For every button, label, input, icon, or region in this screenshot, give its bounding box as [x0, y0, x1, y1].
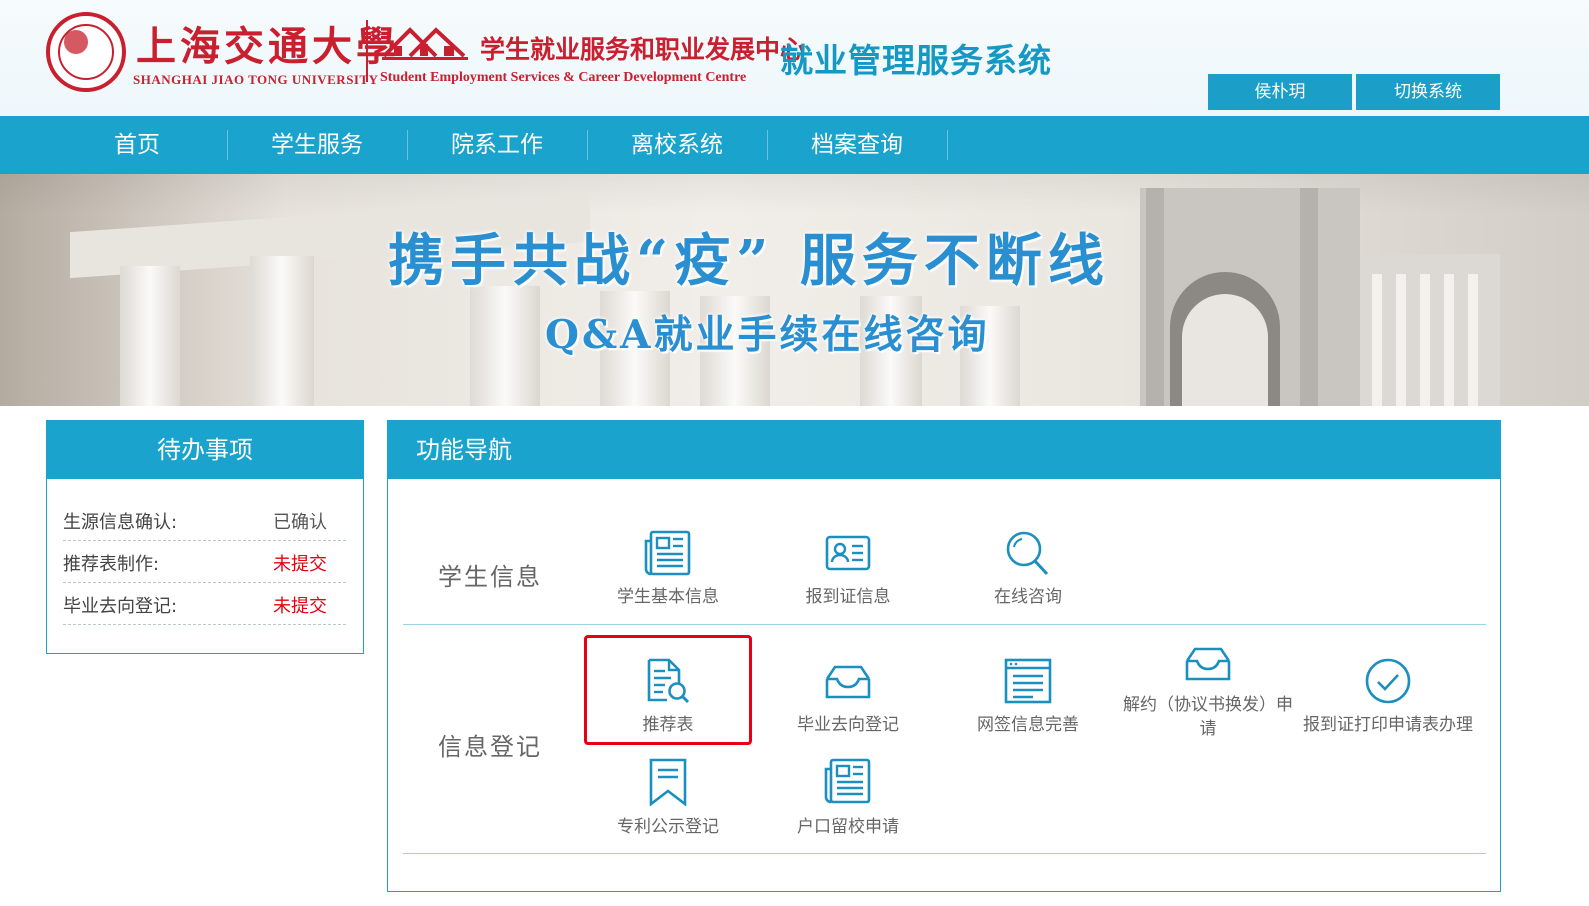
- func-label: 学生基本信息: [617, 587, 719, 607]
- todo-label: 毕业去向登记:: [63, 596, 178, 617]
- func-contract-termination-application[interactable]: 解约（协议书换发）申请: [1118, 645, 1298, 741]
- function-nav-panel: 功能导航 学生信息 学生基本信息 报到证信息 在线咨询 信息登记 推荐表 毕业去…: [387, 420, 1501, 892]
- func-label: 网签信息完善: [977, 715, 1079, 735]
- nav-student-services[interactable]: 学生服务: [227, 116, 407, 174]
- user-name-button[interactable]: 侯朴玥: [1208, 74, 1352, 110]
- system-title: 就业管理服务系统: [780, 41, 1052, 80]
- section-title-student-info: 学生信息: [438, 563, 542, 591]
- func-label: 户口留校申请: [797, 817, 899, 837]
- func-online-signing-info[interactable]: 网签信息完善: [938, 657, 1118, 737]
- career-centre-name-cn: 学生就业服务和职业发展中心: [480, 35, 806, 64]
- func-online-consulting[interactable]: 在线咨询: [938, 529, 1118, 609]
- switch-system-button[interactable]: 切换系统: [1356, 74, 1500, 110]
- nav-home[interactable]: 首页: [47, 116, 227, 174]
- nav-leaving-system[interactable]: 离校系统: [587, 116, 767, 174]
- university-name-cn: 上海交通大學: [136, 23, 400, 70]
- todo-row: 推荐表制作: 未提交: [63, 541, 346, 583]
- campus-banner: 携手共战“疫” 服务不断线 Q&A就业手续在线咨询: [0, 174, 1589, 406]
- func-hukou-retention-application[interactable]: 户口留校申请: [758, 757, 938, 839]
- func-label: 专利公示登记: [617, 817, 719, 837]
- todo-status: 已确认: [273, 512, 327, 533]
- nav-department-work[interactable]: 院系工作: [407, 116, 587, 174]
- bookmark-icon: [649, 758, 687, 807]
- func-label: 在线咨询: [994, 587, 1062, 607]
- recommendation-form-highlight-box: [584, 635, 752, 745]
- todo-status[interactable]: 未提交: [273, 550, 327, 576]
- check-circle-icon: [1365, 658, 1411, 704]
- site-header: 上海交通大學 SHANGHAI JIAO TONG UNIVERSITY 学生就…: [0, 0, 1589, 116]
- func-label: 报到证信息: [805, 587, 891, 607]
- todo-label: 生源信息确认:: [63, 512, 178, 533]
- id-card-icon: [825, 535, 871, 571]
- newspaper-icon: [644, 530, 691, 576]
- todo-panel: 待办事项 生源信息确认: 已确认 推荐表制作: 未提交 毕业去向登记: 未提交: [46, 420, 364, 654]
- inbox-tray-icon: [1185, 647, 1231, 681]
- banner-headline: 携手共战“疫” 服务不断线: [388, 228, 1110, 294]
- banner-subheadline: Q&A就业手续在线咨询: [545, 312, 990, 358]
- todo-panel-title: 待办事项: [47, 421, 363, 479]
- main-nav: 首页 学生服务 院系工作 离校系统 档案查询: [0, 116, 1589, 174]
- func-student-basic-info[interactable]: 学生基本信息: [578, 529, 758, 609]
- todo-row: 生源信息确认: 已确认: [63, 499, 346, 541]
- func-graduation-destination-registration[interactable]: 毕业去向登记: [758, 657, 938, 737]
- func-label: 毕业去向登记: [797, 715, 899, 735]
- section-divider: [403, 624, 1486, 625]
- career-centre-logo: [382, 27, 468, 60]
- nav-archive-query[interactable]: 档案查询: [767, 116, 947, 174]
- func-label: 解约（协议书换发）申请: [1123, 695, 1293, 739]
- func-patent-publicity-registration[interactable]: 专利公示登记: [578, 757, 758, 839]
- section-title-info-registration: 信息登记: [438, 733, 542, 761]
- func-report-certificate-info[interactable]: 报到证信息: [758, 529, 938, 609]
- nav-separator: [947, 130, 948, 160]
- todo-label: 推荐表制作:: [63, 554, 160, 575]
- todo-status[interactable]: 未提交: [273, 592, 327, 618]
- func-report-certificate-print-application[interactable]: 报到证打印申请表办理: [1298, 657, 1478, 737]
- function-nav-title: 功能导航: [388, 421, 1500, 479]
- section-divider: [403, 853, 1486, 854]
- todo-list: 生源信息确认: 已确认 推荐表制作: 未提交 毕业去向登记: 未提交: [63, 499, 346, 625]
- todo-row: 毕业去向登记: 未提交: [63, 583, 346, 625]
- func-label: 报到证打印申请表办理: [1303, 715, 1473, 735]
- web-page-icon: [1004, 658, 1052, 704]
- newspaper-icon: [824, 758, 871, 804]
- university-name-en: SHANGHAI JIAO TONG UNIVERSITY: [133, 72, 379, 87]
- university-seal-logo: [46, 12, 126, 92]
- inbox-tray-icon: [825, 665, 871, 699]
- header-divider: [366, 20, 368, 82]
- career-centre-name-en: Student Employment Services & Career Dev…: [380, 70, 747, 85]
- magnifier-icon: [1006, 531, 1049, 576]
